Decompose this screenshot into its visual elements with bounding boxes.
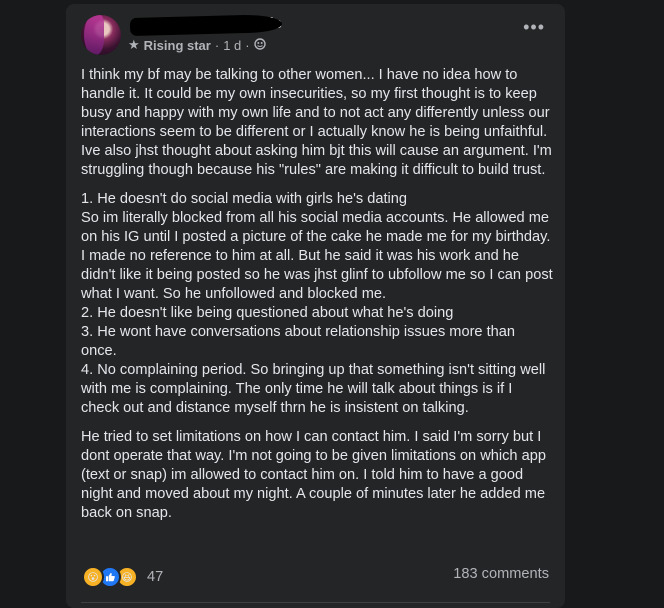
post-card: Mele ★ Rising star · 1 d · ••• I think m… [66,4,565,608]
meta-separator: · [214,37,220,53]
more-options-button[interactable]: ••• [523,18,545,36]
redaction-scribble [129,14,283,36]
meta-separator: · [245,37,250,53]
comments-count-link[interactable]: 183 comments [453,566,549,582]
privacy-icon[interactable] [253,37,266,53]
post-body: I think my bf may be talking to other wo… [81,66,553,533]
post-paragraph: He tried to set limitations on how I can… [81,429,546,521]
wow-icon: 😮 [82,566,104,588]
author-name[interactable]: Mele [129,13,290,36]
avatar[interactable] [81,15,121,55]
post-paragraph: 1. He doesn't do social media with girls… [81,191,553,416]
reaction-count[interactable]: 47 [147,569,163,585]
rising-star-icon: ★ [128,37,140,52]
reactions-summary[interactable]: 😮 😆 47 [82,566,163,588]
post-paragraph: I think my bf may be talking to other wo… [81,67,552,178]
badge-label: Rising star [143,37,211,53]
divider [81,602,550,603]
post-meta: ★ Rising star · 1 d · [128,37,266,53]
post-time[interactable]: 1 d [223,38,241,53]
